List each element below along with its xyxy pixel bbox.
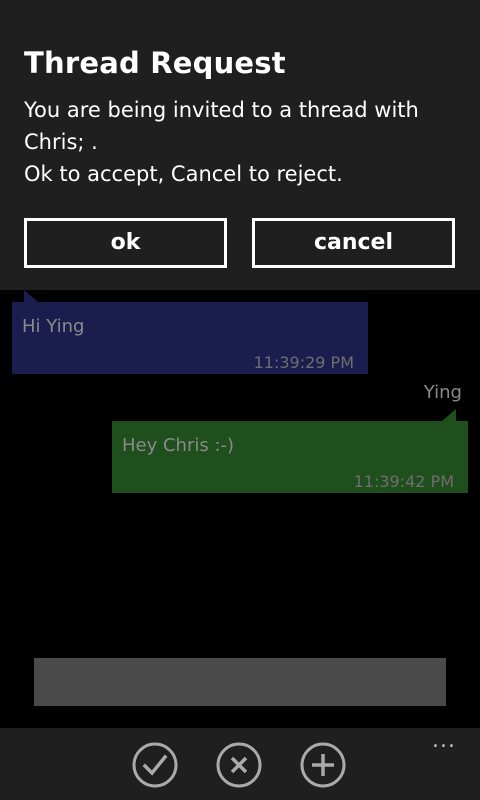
incoming-message-bubble[interactable]: Hi Ying 11:39:29 PM <box>12 302 368 374</box>
cancel-button[interactable]: cancel <box>252 218 455 268</box>
more-options-button[interactable]: ... <box>432 730 456 752</box>
add-icon <box>300 742 346 788</box>
reject-button[interactable] <box>216 742 262 788</box>
message-timestamp: 11:39:29 PM <box>253 353 354 372</box>
screen: Hi Ying 11:39:29 PM Ying Hey Chris :-) 1… <box>0 0 480 800</box>
dialog-message-line: You are being invited to a thread with <box>24 98 419 122</box>
incoming-bubble-tail <box>24 290 38 302</box>
outgoing-message-bubble[interactable]: Hey Chris :-) 11:39:42 PM <box>112 421 468 493</box>
app-bar: ... <box>0 728 480 800</box>
accept-button[interactable] <box>132 742 178 788</box>
dialog-message-line: Ok to accept, Cancel to reject. <box>24 162 343 186</box>
sender-name: Ying <box>423 382 462 403</box>
message-input[interactable] <box>34 658 446 706</box>
message-text: Hi Ying <box>22 316 85 337</box>
message-text: Hey Chris :-) <box>122 435 235 456</box>
close-icon <box>216 742 262 788</box>
dialog-title: Thread Request <box>24 46 286 80</box>
ok-button[interactable]: ok <box>24 218 227 268</box>
dialog-message: You are being invited to a thread with C… <box>24 94 464 190</box>
outgoing-bubble-tail <box>442 409 456 421</box>
thread-request-dialog: Thread Request You are being invited to … <box>0 0 480 290</box>
check-icon <box>132 742 178 788</box>
message-timestamp: 11:39:42 PM <box>353 472 454 491</box>
dialog-message-line: Chris; . <box>24 130 98 154</box>
add-button[interactable] <box>300 742 346 788</box>
